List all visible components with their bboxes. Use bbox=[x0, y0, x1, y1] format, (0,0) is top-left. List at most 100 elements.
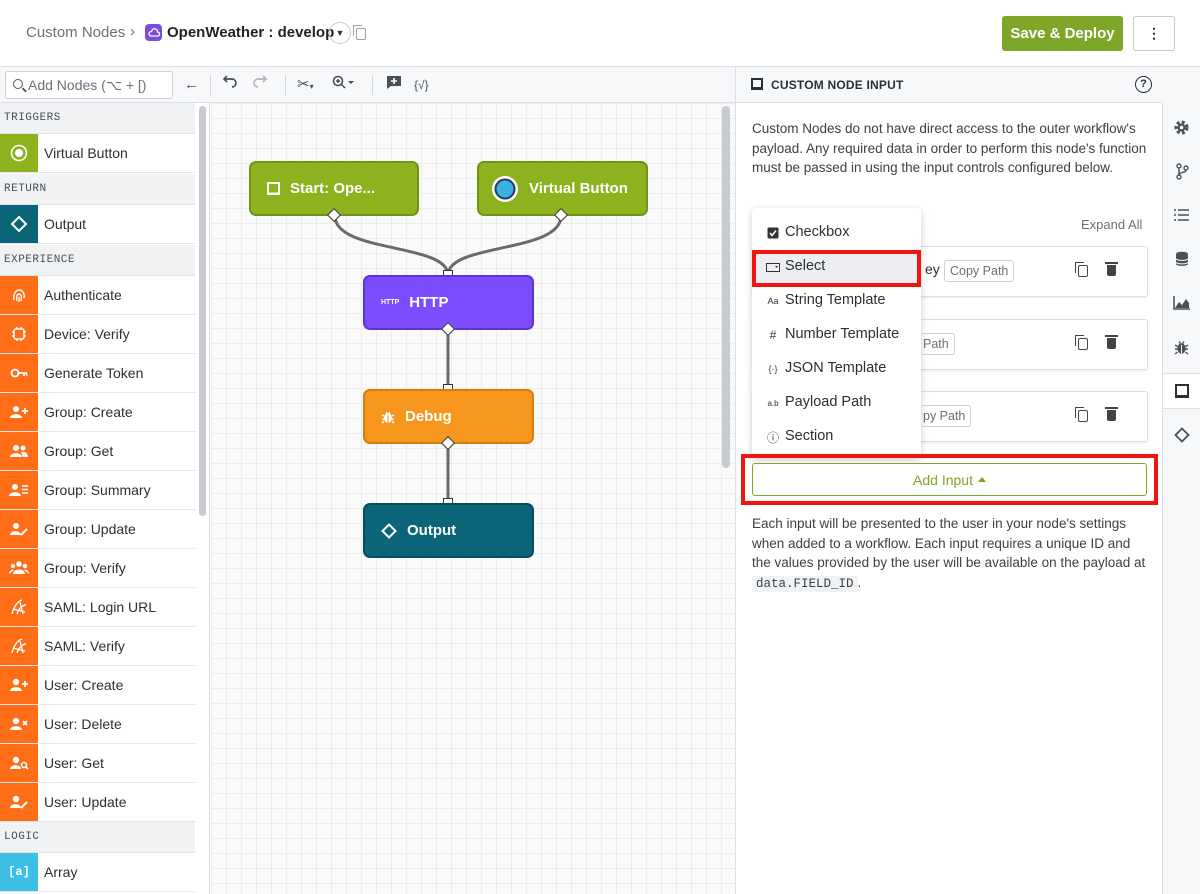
breadcrumb-custom-nodes[interactable]: Custom Nodes bbox=[26, 24, 125, 41]
palette-item-label: User: Create bbox=[44, 677, 124, 693]
palette-item-group-update[interactable]: Group: Update bbox=[0, 510, 195, 549]
list-icon[interactable] bbox=[1163, 197, 1200, 233]
node-label: HTTP bbox=[409, 294, 449, 311]
copy-icon[interactable] bbox=[353, 25, 366, 40]
collapse-arrow-icon[interactable]: ← bbox=[184, 75, 199, 95]
custom-node-input-icon bbox=[267, 182, 280, 195]
palette-item-group-get[interactable]: Group: Get bbox=[0, 432, 195, 471]
palette-item-label: Virtual Button bbox=[44, 145, 128, 161]
palette-item-array[interactable]: [a] Array bbox=[0, 853, 195, 892]
json-template-icon: {·} bbox=[768, 364, 778, 374]
canvas-scrollbar[interactable] bbox=[722, 106, 730, 468]
section-experience: EXPERIENCE bbox=[0, 245, 195, 276]
palette-item-label: Generate Token bbox=[44, 365, 144, 381]
menu-item-number-template[interactable]: # Number Template bbox=[752, 318, 921, 352]
menu-item-json-template[interactable]: {·} JSON Template bbox=[752, 352, 921, 386]
duplicate-icon[interactable] bbox=[1075, 262, 1088, 277]
http-icon: HTTP bbox=[381, 299, 400, 306]
add-nodes-input[interactable] bbox=[28, 75, 168, 95]
redo-icon[interactable] bbox=[251, 75, 268, 95]
menu-item-label: Payload Path bbox=[785, 394, 872, 410]
virtual-button-icon bbox=[0, 134, 38, 172]
group-edit-icon bbox=[0, 510, 38, 548]
copy-path-button[interactable]: Copy Path bbox=[944, 260, 1015, 282]
group-icon bbox=[0, 432, 38, 470]
palette-item-output[interactable]: Output bbox=[0, 205, 195, 244]
section-return: RETURN bbox=[0, 174, 195, 205]
duplicate-icon[interactable] bbox=[1075, 407, 1088, 422]
add-comment-icon[interactable] bbox=[386, 75, 402, 95]
panel-title: CUSTOM NODE INPUT bbox=[771, 78, 904, 92]
palette-item-virtual-button[interactable]: Virtual Button bbox=[0, 134, 195, 173]
key-icon bbox=[0, 354, 38, 392]
menu-item-section[interactable]: ⓘ Section bbox=[752, 420, 921, 454]
copy-path-button[interactable]: Path bbox=[921, 333, 955, 355]
menu-item-label: JSON Template bbox=[785, 360, 887, 376]
palette-item-authenticate[interactable]: Authenticate bbox=[0, 276, 195, 315]
palette-item-group-create[interactable]: Group: Create bbox=[0, 393, 195, 432]
panel-header: CUSTOM NODE INPUT ? bbox=[736, 67, 1164, 103]
database-icon[interactable] bbox=[1163, 241, 1200, 277]
settings-gear-icon[interactable] bbox=[1163, 109, 1200, 145]
palette-item-label: User: Get bbox=[44, 755, 104, 771]
expand-all-link[interactable]: Expand All bbox=[1081, 217, 1142, 232]
palette-item-label: Group: Update bbox=[44, 521, 136, 537]
branch-icon[interactable] bbox=[1163, 153, 1200, 189]
number-template-icon: # bbox=[769, 328, 777, 342]
right-icon-rail bbox=[1163, 67, 1200, 894]
menu-item-checkbox[interactable]: Checkbox bbox=[752, 216, 921, 250]
group-add-icon bbox=[0, 393, 38, 431]
palette-item-saml-login-url[interactable]: SAML: Login URL bbox=[0, 588, 195, 627]
copy-path-button[interactable]: py Path bbox=[921, 405, 972, 427]
delete-icon[interactable] bbox=[1105, 335, 1118, 349]
node-virtual-button[interactable]: Virtual Button bbox=[477, 161, 648, 216]
toolbar-divider bbox=[210, 75, 211, 95]
palette-item-user-update[interactable]: User: Update bbox=[0, 783, 195, 822]
user-delete-icon bbox=[0, 705, 38, 743]
scissors-icon[interactable]: ✂▾ bbox=[297, 75, 314, 95]
palette-item-group-verify[interactable]: Group: Verify bbox=[0, 549, 195, 588]
search-icon bbox=[13, 79, 23, 89]
json-view-icon[interactable]: {√} bbox=[414, 75, 429, 95]
duplicate-icon[interactable] bbox=[1075, 335, 1088, 350]
help-icon[interactable]: ? bbox=[1135, 76, 1152, 93]
undo-icon[interactable] bbox=[222, 75, 239, 95]
node-output[interactable]: Output bbox=[363, 503, 534, 558]
custom-node-input-icon[interactable] bbox=[1163, 373, 1200, 409]
chart-icon[interactable] bbox=[1163, 285, 1200, 321]
user-search-icon bbox=[0, 744, 38, 782]
palette-scrollbar[interactable] bbox=[199, 106, 206, 516]
node-label: Debug bbox=[405, 408, 452, 425]
delete-icon[interactable] bbox=[1105, 407, 1118, 421]
toolbar-divider bbox=[285, 75, 286, 95]
panel-footer-text: Each input will be presented to the user… bbox=[752, 514, 1152, 595]
zoom-icon[interactable] bbox=[332, 75, 356, 95]
branch-dropdown-button[interactable]: ▼ bbox=[329, 22, 351, 44]
palette-item-label: User: Delete bbox=[44, 716, 122, 732]
palette-item-user-delete[interactable]: User: Delete bbox=[0, 705, 195, 744]
workflow-canvas[interactable]: Start: Ope... Virtual Button HTTP HTTP D… bbox=[211, 103, 735, 894]
output-diamond-icon[interactable] bbox=[1163, 417, 1200, 453]
palette-item-user-create[interactable]: User: Create bbox=[0, 666, 195, 705]
bug-icon[interactable] bbox=[1163, 329, 1200, 365]
array-icon: [a] bbox=[0, 853, 38, 891]
palette-item-label: Output bbox=[44, 216, 87, 232]
palette-item-device-verify[interactable]: Device: Verify bbox=[0, 315, 195, 354]
delete-icon[interactable] bbox=[1105, 262, 1118, 276]
connection-lines bbox=[333, 215, 563, 503]
palette-item-group-summary[interactable]: Group: Summary bbox=[0, 471, 195, 510]
breadcrumb-separator: › bbox=[130, 23, 135, 40]
add-nodes-search[interactable] bbox=[5, 71, 173, 99]
palette-item-user-get[interactable]: User: Get bbox=[0, 744, 195, 783]
palette-item-label: Group: Summary bbox=[44, 482, 151, 498]
palette-item-saml-verify[interactable]: SAML: Verify bbox=[0, 627, 195, 666]
string-template-icon: Aa bbox=[767, 296, 779, 306]
save-deploy-button[interactable]: Save & Deploy bbox=[1002, 16, 1123, 51]
more-options-button[interactable]: ⋮ bbox=[1133, 16, 1175, 51]
menu-item-string-template[interactable]: Aa String Template bbox=[752, 284, 921, 318]
palette-item-generate-token[interactable]: Generate Token bbox=[0, 354, 195, 393]
palette-item-label: Authenticate bbox=[44, 287, 122, 303]
menu-item-payload-path[interactable]: a.b Payload Path bbox=[752, 386, 921, 420]
palette-item-label: User: Update bbox=[44, 794, 127, 810]
payload-path-icon: a.b bbox=[767, 398, 779, 408]
